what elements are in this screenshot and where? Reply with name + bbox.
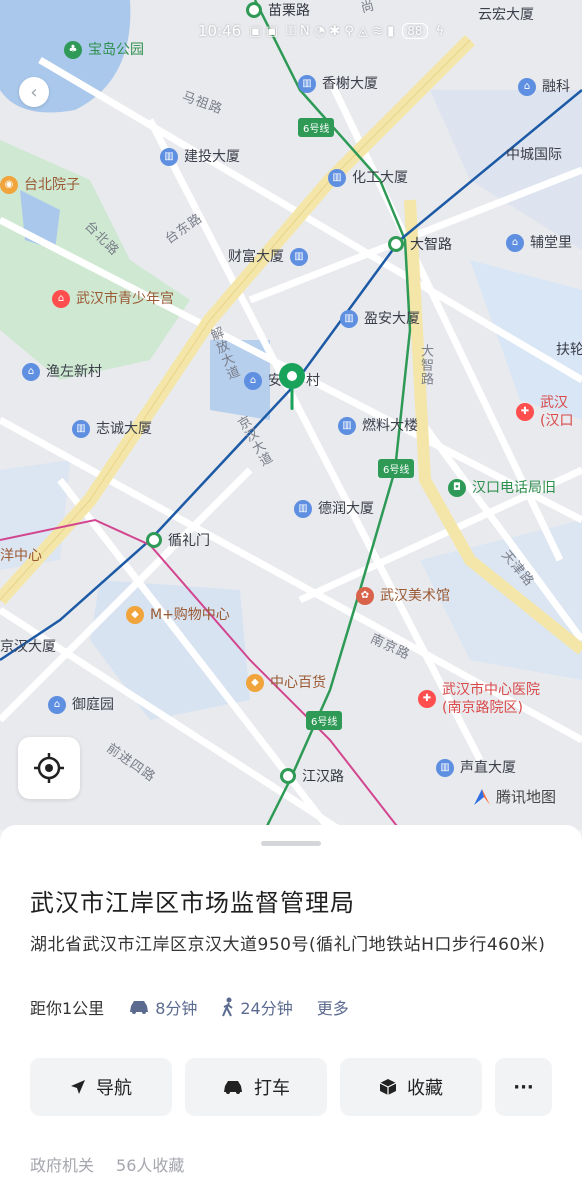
building-icon: ▥ [290,248,308,266]
home-icon: ⌂ [244,372,262,390]
map-view[interactable]: ♣ 宝岛公园 ▥ 香榭大厦 云宏大厦 ⌂ 融科 ▥ 建投大厦 中城国际 ◉ 台北院子 ▥ 化… [0,0,582,830]
favorites-count: 56人收藏 [116,1156,185,1175]
chevron-left-icon: ‹ [30,81,38,103]
category-tag: 政府机关 [30,1156,95,1175]
system-icons: ⚿ N ◔ ✱ ⚲ ◬ ≋ ▮ [285,23,395,39]
building-icon: ▥ [72,420,90,438]
place-title: 武汉市江岸区市场监督管理局 [30,889,355,917]
clock: 10:46 [198,22,242,40]
walk-time[interactable]: 24分钟 [221,995,293,1019]
poi-mplus[interactable]: ◆ M+购物中心 [126,606,230,624]
distance-text: 距你1公里 [30,999,105,1018]
camera-icon: ◘ [448,479,466,497]
place-address: 湖北省武汉市江岸区京汉大道950号(循礼门地铁站H口步行460米) [30,935,546,955]
poi-wuhan-hankou[interactable]: ✚ 武汉 (汉口 [516,396,573,428]
line6-badge: 6号线 [378,459,415,478]
home-icon: ⌂ [22,363,40,381]
food-icon: ◉ [0,176,18,194]
station-jianghan[interactable]: 江汉路 [280,766,344,786]
more-routes-link[interactable]: 更多 [317,995,349,1019]
crosshair-icon [34,753,64,783]
taxi-button[interactable]: 打车 [185,1058,327,1116]
poi-central-hospital[interactable]: ✚ 武汉市中心医院 (南京路院区) [418,683,540,715]
location-pin-icon[interactable] [277,362,307,410]
navigate-button[interactable]: 导航 [30,1058,172,1116]
navigation-arrow-icon [71,1080,85,1094]
line6-badge: 6号线 [306,711,343,730]
poi-taibei-yuanzi[interactable]: ◉ 台北院子 [0,176,80,194]
poi-derun[interactable]: ▥ 德润大厦 [294,500,374,518]
hospital-icon: ✚ [516,403,534,421]
poi-xiangxie[interactable]: ▥ 香榭大厦 [298,75,378,93]
poi-yunhong[interactable]: 云宏大厦 [478,8,534,22]
landmark-icon: ⌂ [52,290,70,308]
poi-youth-palace[interactable]: ⌂ 武汉市青少年宫 [52,290,174,308]
poi-zhicheng[interactable]: ▥ 志诚大厦 [72,420,152,438]
route-summary: 距你1公里 8分钟 24分钟 更多 [30,995,349,1019]
metro-station-icon [146,532,162,548]
walking-icon [222,997,233,1017]
poi-jiantou[interactable]: ▥ 建投大厦 [160,148,240,166]
poi-yuzuo[interactable]: ⌂ 渔左新村 [22,363,102,381]
block-a [430,90,582,250]
building-icon: ▥ [160,148,178,166]
taxi-icon [224,1081,242,1094]
car-icon [130,1001,149,1014]
building-icon: ▥ [436,759,454,777]
poi-jinghan[interactable]: 京汉大厦 [0,640,56,654]
park-icon: ♣ [64,41,82,59]
building-icon: ▥ [294,500,312,518]
more-actions-button[interactable]: ··· [495,1058,552,1116]
drive-time[interactable]: 8分钟 [128,995,197,1019]
poi-caifu[interactable]: 财富大厦 ▥ [228,248,308,266]
place-tags: 政府机关 56人收藏 [30,1152,184,1176]
poi-fulun[interactable]: 扶轮 [556,343,582,357]
box-icon [379,1079,397,1095]
poi-yingan[interactable]: ▥ 盈安大厦 [340,310,420,328]
poi-rongke[interactable]: ⌂ 融科 [518,78,570,96]
shopping-bag-icon: ◆ [246,674,264,692]
hospital-icon: ✚ [418,690,436,708]
poi-shengzhi[interactable]: ▥ 声直大厦 [436,759,516,777]
station-xunlimen[interactable]: 循礼门 [146,530,210,550]
line6-badge: 6号线 [298,118,335,137]
poi-telephone-bureau[interactable]: ◘ 汉口电话局旧 [448,479,556,497]
place-detail-sheet[interactable]: 武汉市江岸区市场监督管理局 湖北省武汉市江岸区京汉大道950号(循礼门地铁站H口… [0,825,582,1200]
poi-yutingyuan[interactable]: ⌂ 御庭园 [48,696,114,714]
poi-center-store[interactable]: ◆ 中心百货 [246,674,326,692]
poi-futangli[interactable]: ⌂ 辅堂里 [506,234,572,252]
battery-indicator: 88 [402,23,428,39]
building-icon: ▥ [338,417,356,435]
drag-handle[interactable] [261,841,321,846]
shopping-bag-icon: ◆ [126,606,144,624]
poi-huagong[interactable]: ▥ 化工大厦 [328,169,408,187]
charging-icon: ϟ [435,23,445,39]
metro-station-icon [280,768,296,784]
status-bar: 10:46 ▣ ▣ ⚿ N ◔ ✱ ⚲ ◬ ≋ ▮ 88 ϟ [198,22,444,40]
poi-yang-center[interactable]: 洋中心 [0,549,42,563]
metro-station-icon [246,2,262,18]
home-icon: ⌂ [48,696,66,714]
station-miaoli[interactable]: 苗栗路 [246,0,310,20]
building-icon: ▥ [298,75,316,93]
home-icon: ⌂ [506,234,524,252]
poi-baodao-park[interactable]: ♣ 宝岛公园 [64,41,144,59]
locate-me-button[interactable] [18,737,80,799]
poi-ranliao[interactable]: ▥ 燃料大楼 [338,417,418,435]
building-icon: ▥ [340,310,358,328]
poi-art-museum[interactable]: ✿ 武汉美术馆 [356,587,450,605]
building-icon: ▥ [328,169,346,187]
back-button[interactable]: ‹ [19,77,49,107]
map-brand: 腾讯地图 [472,786,556,807]
favorite-button[interactable]: 收藏 [340,1058,482,1116]
station-dazhi[interactable]: 大智路 [388,234,452,254]
tencent-map-logo-icon [474,788,490,805]
building-icon: ⌂ [518,78,536,96]
metro-station-icon [388,236,404,252]
road-dazhi: 大智路 [418,344,433,386]
poi-zhongcheng[interactable]: 中城国际 [506,148,562,162]
notification-icons: ▣ ▣ [249,23,278,39]
palette-icon: ✿ [356,587,374,605]
more-dots-icon: ··· [513,1076,534,1098]
